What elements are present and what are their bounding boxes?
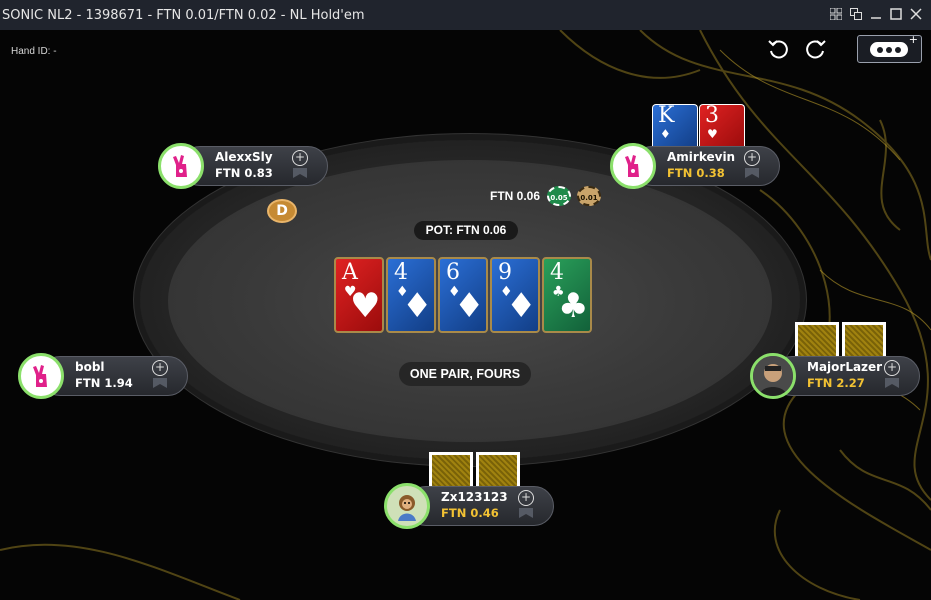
- avatar: [610, 143, 656, 189]
- seat-amirkevin[interactable]: Amirkevin FTN 0.38 +: [610, 143, 780, 189]
- player-stack: FTN 0.38: [667, 166, 725, 180]
- card-back: [842, 322, 886, 358]
- grid-view-icon[interactable]: [829, 6, 843, 22]
- player-name: AlexxSly: [215, 150, 273, 164]
- maximize-icon[interactable]: [889, 6, 903, 22]
- add-chips-button[interactable]: +: [857, 33, 922, 63]
- dealer-button: D: [267, 199, 297, 223]
- add-note-icon[interactable]: +: [518, 490, 534, 506]
- hand-description: ONE PAIR, FOURS: [399, 362, 531, 386]
- board-card: 6 ♦ ♦: [438, 257, 488, 333]
- undo-icon[interactable]: [767, 38, 791, 60]
- add-note-icon[interactable]: +: [152, 360, 168, 376]
- seat-zx123123[interactable]: Zx123123 FTN 0.46 +: [384, 483, 554, 529]
- player-stack: FTN 2.27: [807, 376, 865, 390]
- player-name: MajorLazer: [807, 360, 883, 374]
- board-card: A ♥ ♥: [334, 257, 384, 333]
- chip: 0.01: [577, 186, 601, 206]
- chip: 0.05: [547, 186, 571, 206]
- avatar: [18, 353, 64, 399]
- cascade-icon[interactable]: [849, 6, 863, 22]
- seat-alexxsly[interactable]: AlexxSly FTN 0.83 +: [158, 143, 328, 189]
- flag-icon: [153, 378, 167, 388]
- pot-label: POT: FTN 0.06: [414, 221, 518, 240]
- title-bar: SONIC NL2 - 1398671 - FTN 0.01/FTN 0.02 …: [0, 0, 931, 30]
- player-name: Amirkevin: [667, 150, 736, 164]
- flag-icon: [519, 508, 533, 518]
- card-back: [429, 452, 473, 488]
- minimize-icon[interactable]: [869, 6, 883, 22]
- avatar: [158, 143, 204, 189]
- chips-icon: [870, 42, 908, 57]
- player-name: Zx123123: [441, 490, 508, 504]
- seat-majorlazer[interactable]: MajorLazer FTN 2.27 +: [750, 353, 920, 399]
- flag-icon: [293, 168, 307, 178]
- seat-bobl[interactable]: bobl FTN 1.94 +: [18, 353, 188, 399]
- board-card: 9 ♦ ♦: [490, 257, 540, 333]
- add-note-icon[interactable]: +: [292, 150, 308, 166]
- add-note-icon[interactable]: +: [744, 150, 760, 166]
- card-back: [795, 322, 839, 358]
- player-name: bobl: [75, 360, 105, 374]
- hole-card: 3 ♥: [699, 104, 745, 148]
- window-controls: [829, 6, 923, 22]
- flag-icon: [885, 378, 899, 388]
- player-stack: FTN 1.94: [75, 376, 133, 390]
- avatar: [750, 353, 796, 399]
- redo-icon[interactable]: [803, 38, 827, 60]
- card-back: [476, 452, 520, 488]
- add-note-icon[interactable]: +: [884, 360, 900, 376]
- hand-id-label: Hand ID: -: [11, 46, 57, 57]
- close-icon[interactable]: [909, 6, 923, 22]
- player-stack: FTN 0.46: [441, 506, 499, 520]
- plus-icon: +: [908, 33, 918, 46]
- board-card: 4 ♦ ♦: [386, 257, 436, 333]
- avatar: [384, 483, 430, 529]
- player-stack: FTN 0.83: [215, 166, 273, 180]
- window-title: SONIC NL2 - 1398671 - FTN 0.01/FTN 0.02 …: [2, 7, 365, 23]
- flag-icon: [745, 168, 759, 178]
- hole-card: K ♦: [652, 104, 698, 148]
- board-card: 4 ♣ ♣: [542, 257, 592, 333]
- bet-amount: FTN 0.06: [490, 189, 541, 203]
